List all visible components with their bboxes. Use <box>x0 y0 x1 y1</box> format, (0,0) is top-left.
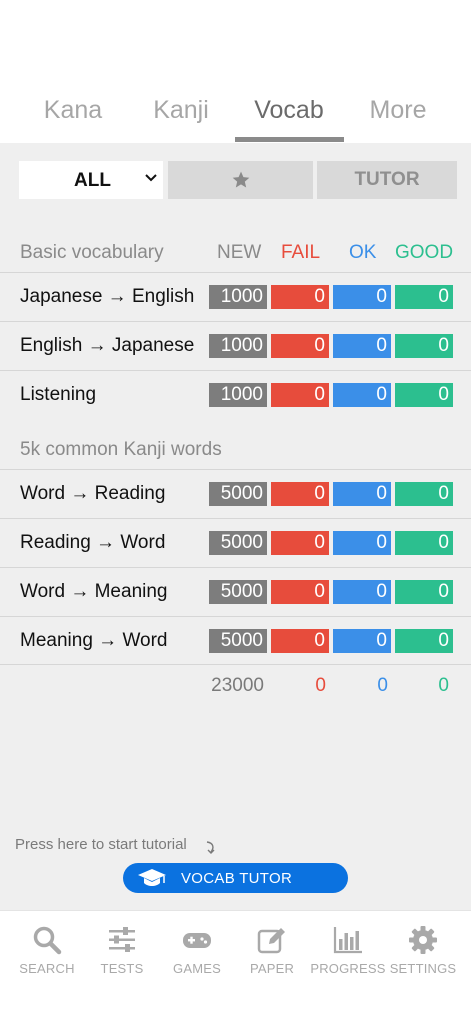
chevron-down-icon <box>145 174 157 182</box>
nav-label: SETTINGS <box>389 961 457 976</box>
count-good: 0 <box>395 482 453 506</box>
vocab-tutor-label: VOCAB TUTOR <box>181 870 293 887</box>
nav-tests[interactable]: TESTS <box>84 911 160 999</box>
tab-kanji[interactable]: Kanji <box>146 96 216 130</box>
deck-row-listening[interactable]: Listening 1000 0 0 0 <box>0 370 471 419</box>
deck-row-meaning-word[interactable]: Meaning → Word 5000 0 0 0 <box>0 616 471 665</box>
tab-vocab[interactable]: Vocab <box>244 96 334 130</box>
pencil-square-icon <box>257 928 285 954</box>
deck-label: English → Japanese <box>20 335 195 356</box>
tutorial-hint: Press here to start tutorial <box>15 836 187 853</box>
top-tab-bar: Kana Kanji Vocab More <box>0 58 471 143</box>
total-fail: 0 <box>315 675 326 696</box>
count-ok: 0 <box>333 531 391 555</box>
vocab-tutor-button[interactable]: VOCAB TUTOR <box>123 863 348 893</box>
count-fail: 0 <box>271 629 329 653</box>
bottom-navigation: SEARCH TESTS GAMES PAPER PROGRESS SETTIN… <box>0 910 471 998</box>
column-header-ok: OK <box>349 242 377 263</box>
deck-row-reading-word[interactable]: Reading → Word 5000 0 0 0 <box>0 518 471 567</box>
deck-label: Reading → Word <box>20 532 166 553</box>
deck-label: Listening <box>20 384 97 405</box>
count-fail: 0 <box>271 285 329 309</box>
filter-row: ALL TUTOR <box>0 161 471 201</box>
column-header-good: GOOD <box>395 242 454 263</box>
count-ok: 0 <box>333 580 391 604</box>
count-good: 0 <box>395 629 453 653</box>
deck-label: Meaning → Word <box>20 630 168 651</box>
section-title: 5k common Kanji words <box>20 439 222 460</box>
search-icon <box>33 926 62 955</box>
star-icon <box>232 171 249 188</box>
tab-more[interactable]: More <box>362 96 434 130</box>
count-good: 0 <box>395 531 453 555</box>
count-new: 1000 <box>209 383 267 407</box>
deck-row-word-meaning[interactable]: Word → Meaning 5000 0 0 0 <box>0 567 471 616</box>
bar-chart-icon <box>333 927 362 954</box>
count-fail: 0 <box>271 334 329 358</box>
nav-games[interactable]: GAMES <box>159 911 235 999</box>
graduation-cap-icon <box>138 869 166 886</box>
count-new: 1000 <box>209 334 267 358</box>
curved-arrow-down-icon <box>206 841 215 854</box>
deck-row-word-reading[interactable]: Word → Reading 5000 0 0 0 <box>0 469 471 518</box>
count-ok: 0 <box>333 383 391 407</box>
count-fail: 0 <box>271 531 329 555</box>
deck-row-japanese-english[interactable]: Japanese → English 1000 0 0 0 <box>0 272 471 321</box>
nav-progress[interactable]: PROGRESS <box>310 911 386 999</box>
count-new: 5000 <box>209 531 267 555</box>
section-title: Basic vocabulary <box>20 242 164 263</box>
count-new: 5000 <box>209 580 267 604</box>
count-good: 0 <box>395 383 453 407</box>
deck-label: Word → Meaning <box>20 581 168 602</box>
list-filter-value: ALL <box>74 170 111 191</box>
deck-label: Japanese → English <box>20 286 195 307</box>
total-good: 0 <box>438 675 449 696</box>
gamepad-icon <box>183 933 211 948</box>
total-ok: 0 <box>377 675 388 696</box>
totals-row: 23000 0 0 0 <box>0 675 471 701</box>
favorites-button[interactable] <box>168 161 313 199</box>
count-new: 1000 <box>209 285 267 309</box>
total-new: 23000 <box>211 675 264 696</box>
count-good: 0 <box>395 334 453 358</box>
count-ok: 0 <box>333 334 391 358</box>
tutor-button[interactable]: TUTOR <box>317 161 457 199</box>
sliders-icon <box>109 927 135 952</box>
count-good: 0 <box>395 285 453 309</box>
tab-kana[interactable]: Kana <box>38 96 108 130</box>
nav-settings[interactable]: SETTINGS <box>385 911 461 999</box>
count-ok: 0 <box>333 285 391 309</box>
deck-row-english-japanese[interactable]: English → Japanese 1000 0 0 0 <box>0 321 471 370</box>
vocab-screen: Kana Kanji Vocab More ALL TUTOR Basic vo… <box>0 58 471 998</box>
section-header-basic-vocabulary: Basic vocabulary NEW FAIL OK GOOD <box>0 240 471 274</box>
list-filter-select[interactable]: ALL <box>19 161 163 199</box>
deck-label: Word → Reading <box>20 483 166 504</box>
count-good: 0 <box>395 580 453 604</box>
active-tab-indicator <box>235 137 344 142</box>
count-ok: 0 <box>333 629 391 653</box>
gear-icon <box>409 926 437 954</box>
count-ok: 0 <box>333 482 391 506</box>
column-header-new: NEW <box>217 242 262 263</box>
nav-search[interactable]: SEARCH <box>9 911 85 999</box>
count-new: 5000 <box>209 482 267 506</box>
nav-paper[interactable]: PAPER <box>234 911 310 999</box>
column-header-fail: FAIL <box>281 242 321 263</box>
section-header-5k-kanji-words: 5k common Kanji words <box>0 437 471 471</box>
count-fail: 0 <box>271 482 329 506</box>
count-new: 5000 <box>209 629 267 653</box>
count-fail: 0 <box>271 580 329 604</box>
count-fail: 0 <box>271 383 329 407</box>
